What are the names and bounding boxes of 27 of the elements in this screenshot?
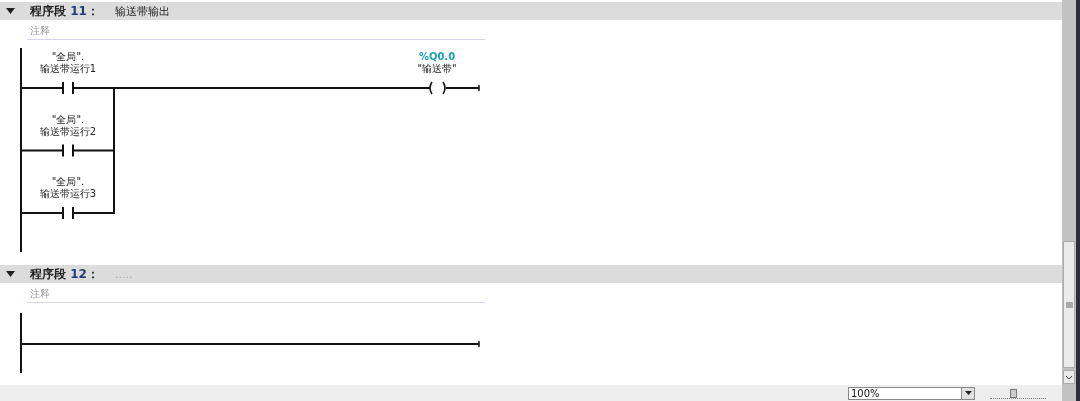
operand-label: "输送带" bbox=[417, 63, 457, 74]
grip-icon bbox=[1065, 301, 1073, 308]
contact-symbol[interactable] bbox=[20, 81, 115, 95]
coil-symbol[interactable] bbox=[429, 81, 480, 95]
comment-field[interactable]: 注释 bbox=[27, 285, 485, 303]
scrollbar-thumb[interactable] bbox=[1063, 241, 1075, 368]
comment-field[interactable]: 注释 bbox=[27, 22, 485, 40]
network-title: 程序段 12： bbox=[30, 265, 99, 283]
operand-label: "全局". bbox=[51, 113, 85, 125]
scroll-down-button[interactable] bbox=[1063, 370, 1075, 384]
chevron-down-icon bbox=[1065, 374, 1073, 380]
contact-symbol[interactable] bbox=[20, 206, 115, 220]
network-name[interactable]: ..... bbox=[114, 267, 133, 281]
operand-label: "全局". bbox=[51, 176, 85, 187]
network-title: 程序段 11： bbox=[30, 2, 99, 20]
operand-label: 输送带运行2 bbox=[39, 125, 97, 137]
contact-symbol[interactable] bbox=[20, 143, 115, 158]
zoom-value: 100% bbox=[850, 387, 881, 399]
network-name[interactable]: 输送带输出 bbox=[114, 3, 170, 19]
zoom-dropdown[interactable]: 100% bbox=[848, 386, 975, 400]
dropdown-icon[interactable] bbox=[961, 387, 974, 399]
zoom-slider[interactable] bbox=[990, 387, 1046, 399]
operand-label: 输送带运行3 bbox=[39, 188, 97, 199]
coil-address: %Q0.0 bbox=[418, 51, 456, 62]
operand-label: "全局". bbox=[51, 51, 85, 62]
operand-label: 输送带运行1 bbox=[39, 63, 97, 74]
slider-thumb[interactable] bbox=[1010, 388, 1018, 398]
